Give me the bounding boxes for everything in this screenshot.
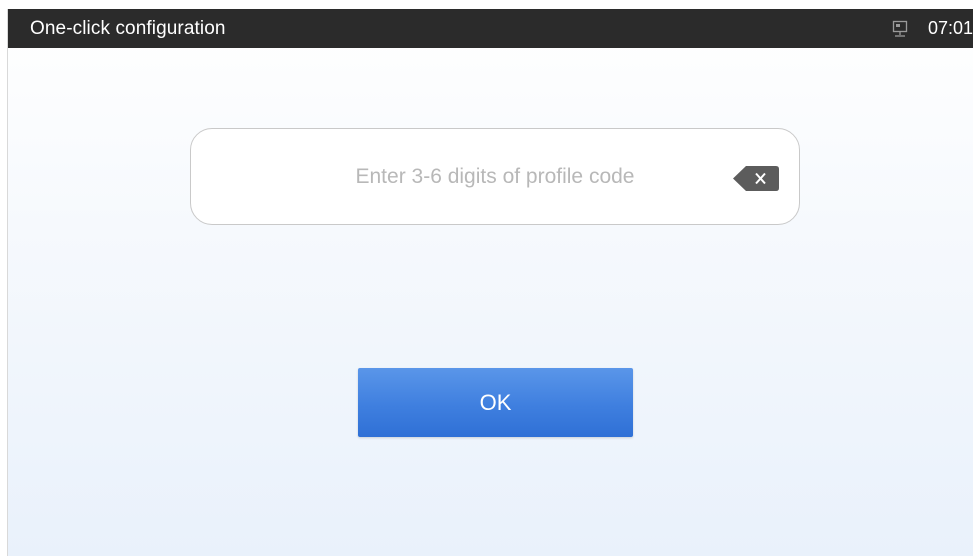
ok-button[interactable]: OK xyxy=(358,368,633,437)
profile-code-input[interactable] xyxy=(283,163,707,190)
ethernet-icon xyxy=(892,20,908,38)
screen-edge xyxy=(0,9,8,556)
page-title: One-click configuration xyxy=(30,17,226,39)
config-screen: One-click configuration 07:01 OK xyxy=(8,9,973,556)
clock: 07:01 xyxy=(927,18,973,38)
profile-code-field[interactable] xyxy=(190,128,800,225)
status-bar: One-click configuration 07:01 xyxy=(8,9,973,48)
backspace-icon[interactable] xyxy=(733,166,779,191)
ok-button-label: OK xyxy=(479,389,512,415)
status-indicators: 07:01 xyxy=(892,9,973,48)
